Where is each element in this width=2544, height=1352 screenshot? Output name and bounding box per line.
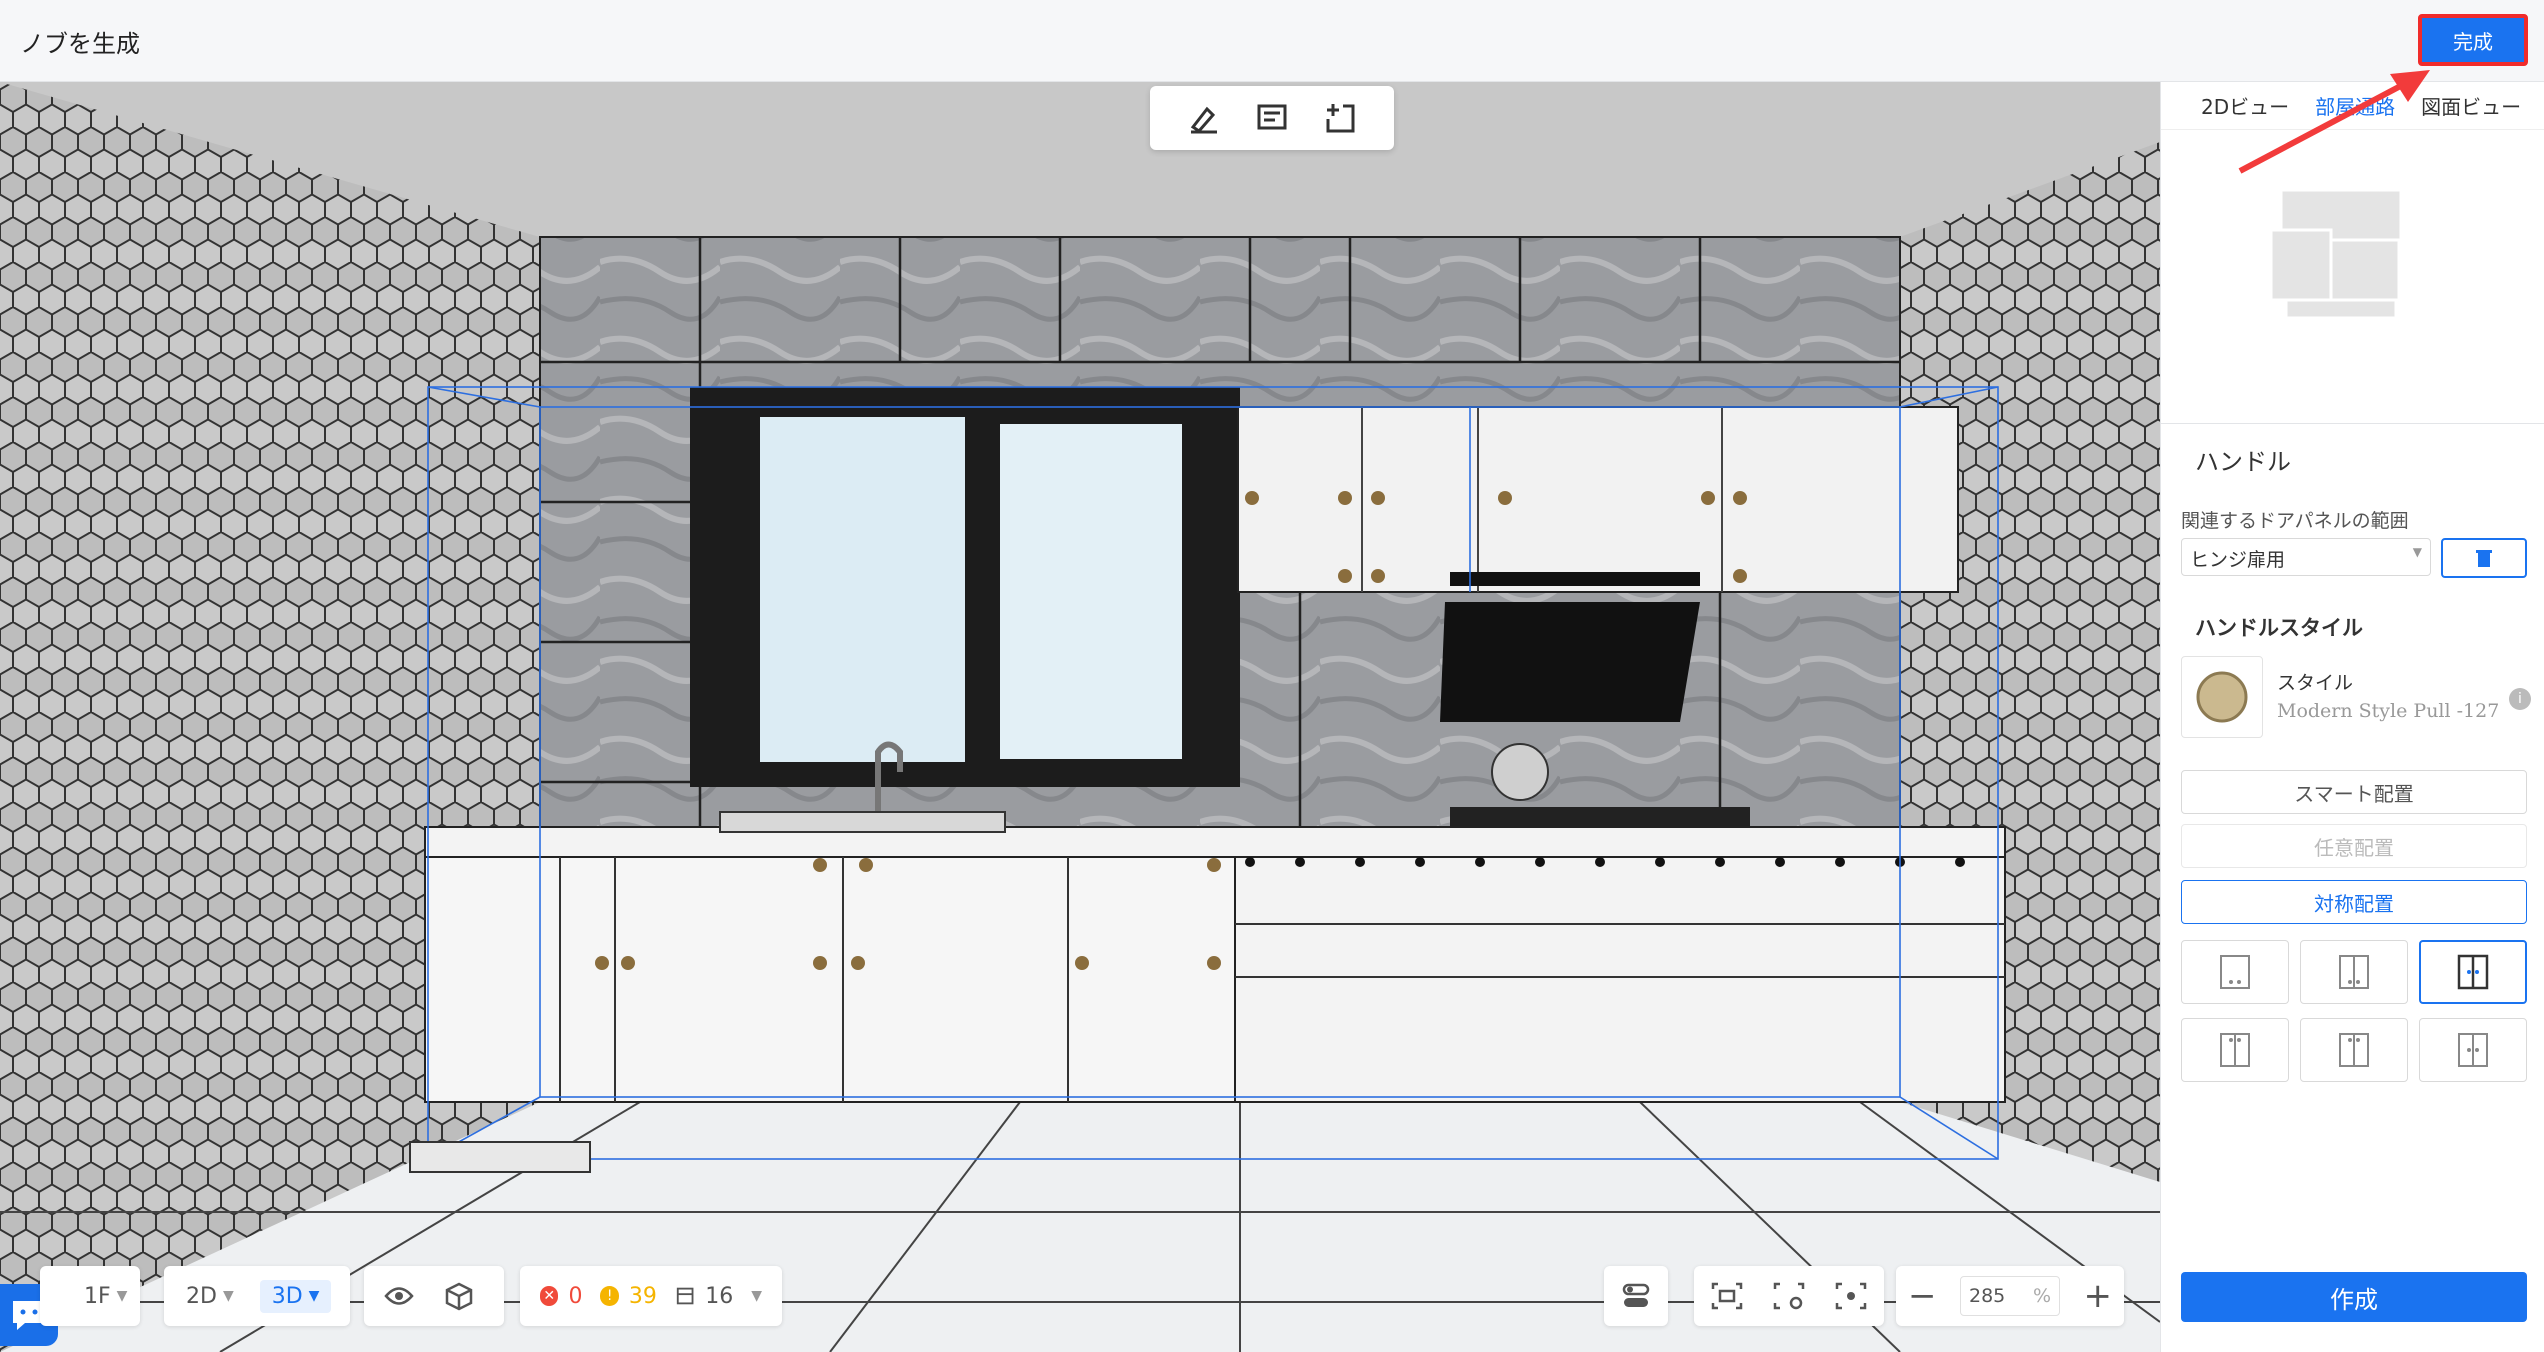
range-label: 関連するドアパネルの範囲 <box>2181 510 2409 532</box>
layout-option-3[interactable] <box>2419 940 2527 1004</box>
door-layout-icon <box>2457 954 2489 990</box>
chevron-down-icon: ▼ <box>116 1288 128 1304</box>
3d-viewport[interactable] <box>0 82 2160 1352</box>
toggle-icon <box>1622 1283 1650 1307</box>
list-edit-icon[interactable] <box>1253 99 1291 137</box>
style-label: スタイル <box>2277 672 2354 694</box>
region-select-icon[interactable] <box>1710 1281 1744 1311</box>
paint-brush-icon[interactable] <box>1185 99 1223 137</box>
layout-option-4[interactable] <box>2181 1018 2289 1082</box>
handle-thumbnail[interactable] <box>2181 656 2263 738</box>
knob-icon <box>2196 671 2248 723</box>
camera-tools <box>1694 1266 1884 1326</box>
mode-2d-label: 2D <box>186 1283 217 1309</box>
properties-panel: 2Dビュー 部屋通路 図面ビュー ハンドル 関連するドアパネルの範囲 ヒンジ扉用… <box>2160 82 2544 1352</box>
layout-option-1[interactable] <box>2181 940 2289 1004</box>
handle-style-title: ハンドルスタイル <box>2195 616 2363 640</box>
mode-2d-button[interactable]: 2D ▼ <box>174 1280 246 1313</box>
visibility-tools <box>364 1266 504 1326</box>
annotation-arrow <box>2238 70 2430 174</box>
free-placement-button[interactable]: 任意配置 <box>2181 824 2527 868</box>
error-icon: ✕ <box>540 1286 559 1306</box>
focus-icon[interactable] <box>1834 1281 1868 1311</box>
style-value: Modern Style Pull -127 <box>2277 700 2500 722</box>
header-bar: ノブを生成 完成 <box>0 0 2544 82</box>
layout-option-5[interactable] <box>2300 1018 2408 1082</box>
zoom-unit: % <box>2032 1285 2051 1307</box>
view-mode-switch: 2D ▼ 3D ▼ <box>164 1266 350 1326</box>
zoom-controls: − 285 % + <box>1896 1266 2124 1326</box>
warning-count: 39 <box>628 1283 657 1309</box>
add-frame-icon[interactable] <box>1321 99 1359 137</box>
door-layout-icon <box>2339 955 2369 989</box>
zoom-in-icon[interactable]: + <box>2084 1276 2113 1316</box>
page-title: ノブを生成 <box>20 30 140 58</box>
range-select[interactable]: ヒンジ扉用 ▼ <box>2181 538 2431 576</box>
create-button[interactable]: 作成 <box>2181 1272 2527 1322</box>
door-layout-icon <box>2458 1033 2488 1067</box>
handle-title: ハンドル <box>2195 448 2291 476</box>
chevron-down-icon: ▼ <box>2412 545 2422 559</box>
chevron-down-icon: ▼ <box>222 1288 234 1304</box>
layout-option-6[interactable] <box>2419 1018 2527 1082</box>
symmetric-placement-button[interactable]: 対称配置 <box>2181 880 2527 924</box>
item-list-icon <box>676 1287 694 1305</box>
info-icon[interactable]: i <box>2509 688 2531 710</box>
door-layout-icon <box>2339 1033 2369 1067</box>
mode-3d-label: 3D <box>271 1283 303 1309</box>
kitchen-scene <box>0 82 2160 1352</box>
item-count: 16 <box>705 1283 734 1309</box>
camera-settings-icon[interactable] <box>1772 1281 1806 1311</box>
zoom-input[interactable]: 285 % <box>1960 1276 2060 1316</box>
door-layout-icon <box>2220 1033 2250 1067</box>
issue-counters[interactable]: ✕ 0 ! 39 16 ▼ <box>520 1266 782 1326</box>
warning-icon: ! <box>600 1286 619 1306</box>
trash-icon <box>2476 550 2492 567</box>
door-layout-icon <box>2220 955 2250 989</box>
error-count: 0 <box>568 1283 583 1309</box>
mode-3d-button[interactable]: 3D ▼ <box>259 1279 332 1313</box>
eye-icon[interactable] <box>384 1285 414 1307</box>
floor-label: 1F <box>84 1283 111 1309</box>
zoom-value: 285 <box>1969 1285 2006 1307</box>
delete-button[interactable] <box>2441 538 2527 578</box>
range-select-value: ヒンジ扉用 <box>2190 549 2286 571</box>
layout-option-2[interactable] <box>2300 940 2408 1004</box>
chevron-down-icon: ▼ <box>308 1288 320 1304</box>
zoom-out-icon[interactable]: − <box>1908 1276 1937 1316</box>
floor-selector[interactable]: 1F ▼ <box>40 1266 140 1326</box>
chevron-down-icon: ▼ <box>751 1288 762 1304</box>
top-tool-bar <box>1150 86 1394 150</box>
toggle-tool[interactable] <box>1604 1266 1668 1326</box>
cube-icon[interactable] <box>444 1281 474 1311</box>
smart-placement-button[interactable]: スマート配置 <box>2181 770 2527 814</box>
